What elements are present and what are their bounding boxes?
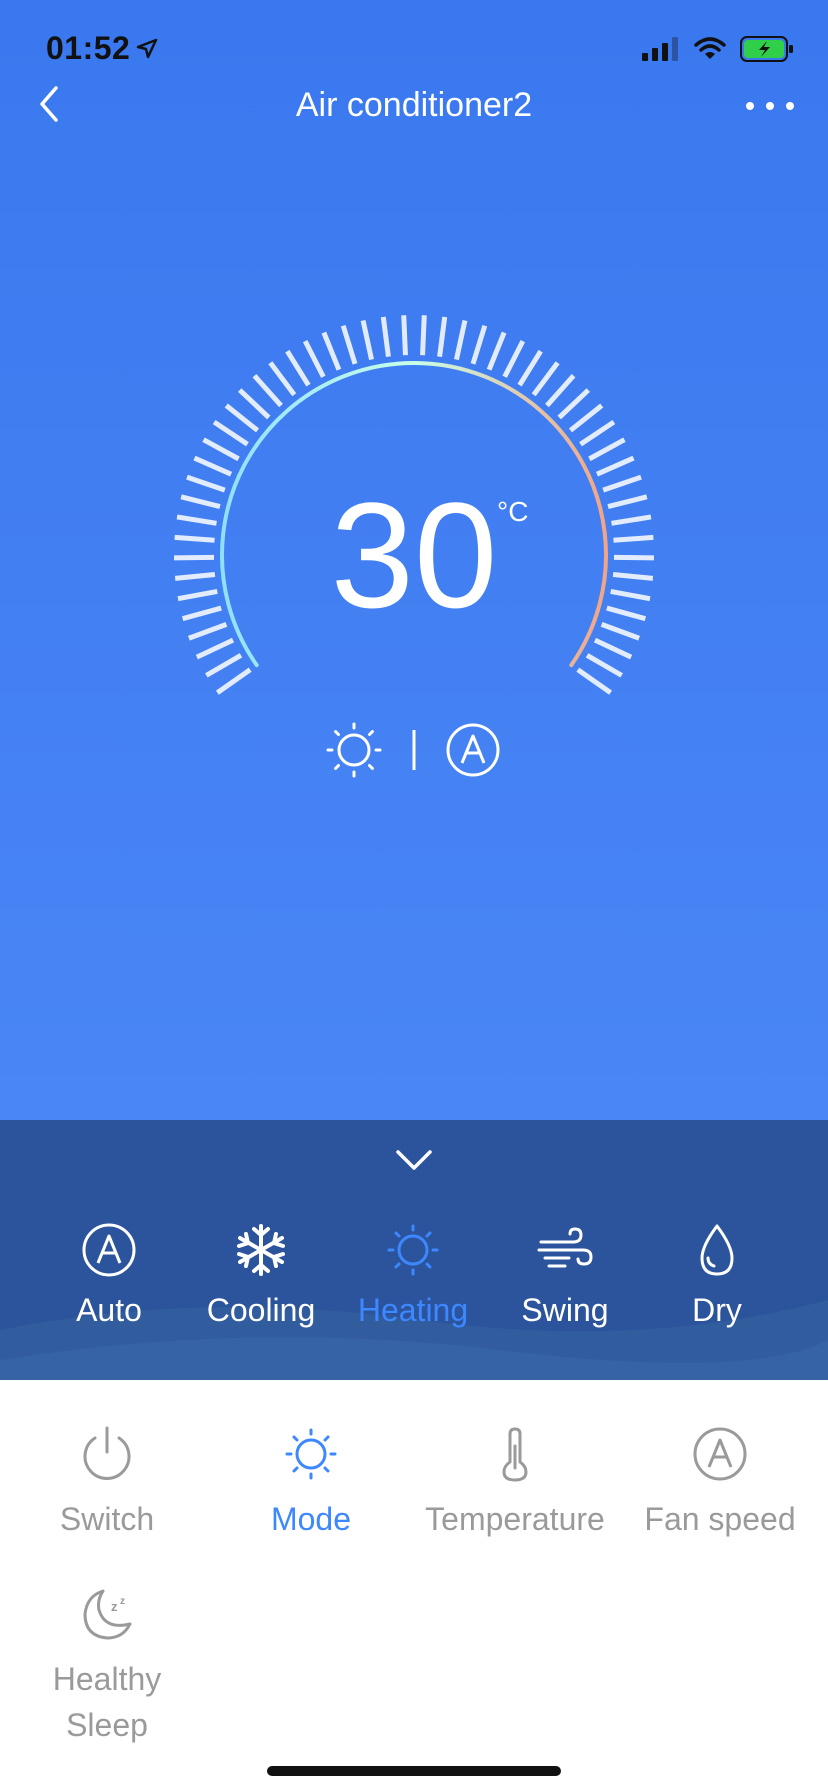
dial-tick bbox=[588, 437, 626, 462]
dial-tick bbox=[195, 637, 235, 660]
collapse-panel-button[interactable] bbox=[390, 1142, 438, 1178]
dial-tick bbox=[401, 315, 408, 356]
dial-tick bbox=[268, 361, 297, 397]
thermometer-icon bbox=[502, 1427, 528, 1482]
mode-selector-panel: Auto Cooling Heating Swing Dry bbox=[0, 1120, 828, 1380]
moon-icon: z z bbox=[83, 1589, 132, 1640]
dial-tick bbox=[557, 388, 591, 420]
svg-text:z: z bbox=[111, 1599, 118, 1614]
dial-tick bbox=[437, 316, 448, 357]
wind-icon bbox=[537, 1227, 593, 1268]
mode-option-cooling[interactable]: Cooling bbox=[185, 1220, 337, 1329]
temperature-unit: °C bbox=[497, 496, 529, 527]
mode-option-heating[interactable]: Heating bbox=[337, 1220, 489, 1329]
temperature-value: 30 bbox=[330, 471, 498, 639]
function-controls: Switch Mode Temperature Fan speed z z He… bbox=[0, 1380, 828, 1792]
dial-tick bbox=[252, 374, 283, 408]
dial-tick bbox=[205, 653, 243, 678]
switch-button[interactable]: Switch bbox=[7, 1424, 207, 1542]
dial-tick bbox=[360, 319, 374, 361]
sun-icon bbox=[285, 1428, 337, 1480]
dial-tick bbox=[585, 653, 623, 678]
svg-text:z: z bbox=[120, 1596, 125, 1607]
dial-tick bbox=[593, 637, 633, 660]
dial-tick bbox=[517, 349, 543, 387]
status-icons bbox=[642, 36, 794, 62]
dial-tick bbox=[302, 339, 326, 378]
mode-option-auto[interactable]: Auto bbox=[33, 1220, 185, 1329]
dial-tick bbox=[486, 331, 507, 371]
dial-tick bbox=[224, 403, 260, 433]
dial-tick bbox=[470, 324, 488, 365]
auto-icon bbox=[82, 1223, 136, 1277]
healthy-sleep-button[interactable]: z z Healthy Sleep bbox=[7, 1584, 207, 1748]
power-icon bbox=[83, 1426, 131, 1480]
location-arrow-icon bbox=[137, 38, 158, 58]
more-options-button[interactable] bbox=[740, 88, 800, 124]
dial-tick bbox=[321, 331, 342, 371]
fan-speed-button[interactable]: Fan speed bbox=[620, 1424, 820, 1542]
dial-tick bbox=[454, 319, 468, 361]
page-title: Air conditioner2 bbox=[295, 86, 533, 124]
dial-tick bbox=[579, 420, 616, 447]
dial-tick bbox=[212, 420, 249, 447]
dial-tick bbox=[237, 388, 271, 420]
temperature-button[interactable]: Temperature bbox=[415, 1424, 615, 1542]
nav-bar: Air conditioner2 bbox=[0, 70, 828, 140]
dial-tick bbox=[380, 316, 391, 357]
sun-icon bbox=[387, 1224, 439, 1276]
battery-icon bbox=[740, 36, 793, 62]
dial-tick bbox=[576, 667, 613, 695]
snowflake-icon bbox=[237, 1224, 285, 1276]
drop-icon bbox=[700, 1224, 734, 1276]
auto-icon bbox=[446, 723, 500, 777]
mode-button[interactable]: Mode bbox=[211, 1424, 411, 1542]
dial-tick bbox=[420, 315, 427, 356]
dial-tick bbox=[502, 339, 526, 378]
mode-options: Auto Cooling Heating Swing Dry bbox=[0, 1220, 828, 1329]
wifi-icon bbox=[694, 37, 726, 59]
dial-tick bbox=[531, 361, 560, 397]
dial-tick bbox=[215, 667, 252, 695]
hero-panel: 01:52 Air conditioner2 30 °C bbox=[0, 0, 828, 1120]
dial-tick bbox=[340, 324, 358, 365]
dial-tick bbox=[285, 349, 311, 387]
auto-icon bbox=[693, 1427, 747, 1481]
status-time: 01:52 bbox=[46, 30, 158, 67]
cellular-signal-icon bbox=[642, 37, 678, 61]
dial-tick bbox=[193, 455, 233, 477]
sun-icon bbox=[326, 722, 382, 778]
dial-tick bbox=[545, 374, 576, 408]
dial-tick bbox=[595, 455, 635, 477]
dial-tick bbox=[568, 403, 604, 433]
mode-option-swing[interactable]: Swing bbox=[489, 1220, 641, 1329]
mode-option-dry[interactable]: Dry bbox=[641, 1220, 793, 1329]
current-mode-indicators bbox=[326, 722, 500, 778]
home-indicator bbox=[267, 1766, 561, 1776]
dial-tick bbox=[202, 437, 240, 462]
